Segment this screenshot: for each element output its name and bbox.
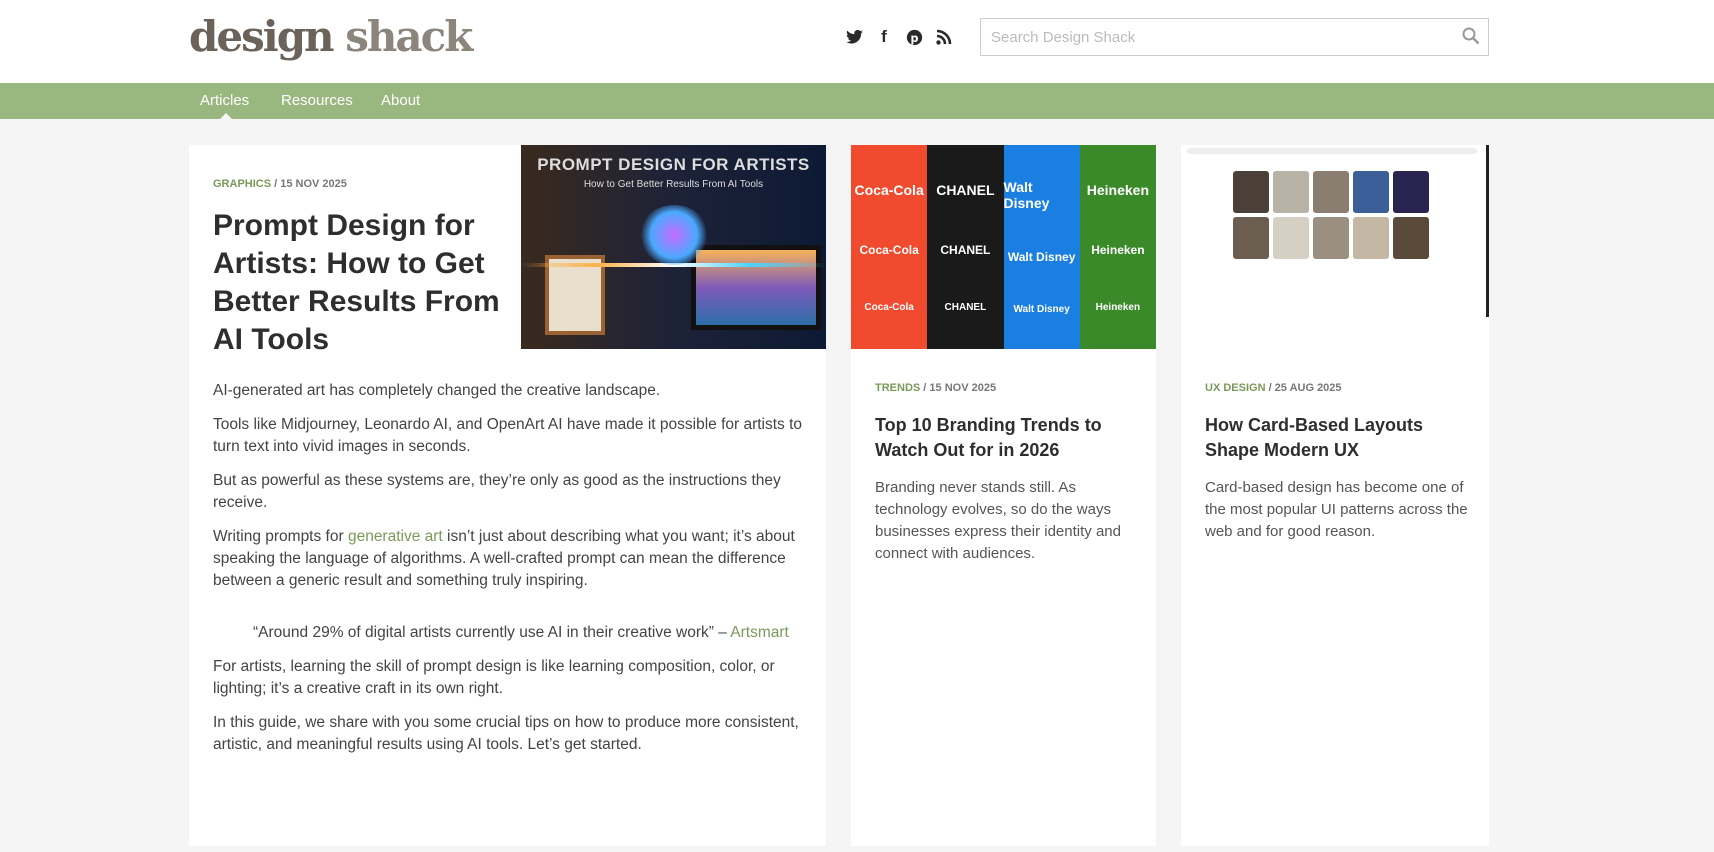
featured-article-image[interactable]: PROMPT DESIGN FOR ARTISTS How to Get Bet… [521,145,826,349]
brand-logo: Coca-Cola [859,242,919,257]
search-icon[interactable] [1462,27,1480,50]
article-meta: Graphics / 15 Nov 2025 [213,178,347,190]
pin-tile [1233,217,1269,259]
nav-resources[interactable]: Resources [281,92,353,109]
branding-article-image[interactable]: Coca-Cola Coca-Cola Coca-Cola CHANEL CHANEL C… [851,145,1156,349]
brand-logo: Heineken [1086,181,1149,198]
logo[interactable]: design shack [189,12,473,61]
quote: “Around 29% of digital artists currently… [253,624,789,641]
rss-icon[interactable] [935,27,953,47]
generative-art-link[interactable]: generative art [348,528,443,545]
brain-illustration [639,205,709,265]
screenshot-searchbar [1187,148,1477,154]
brand-logo: CHANEL [936,181,995,198]
article-card: Coca-Cola Coca-Cola Coca-Cola CHANEL CHANEL C… [851,145,1156,846]
article-card: UX Design / 25 Aug 2025 How Card-Based L… [1181,145,1489,846]
brand-column: Coca-Cola Coca-Cola Coca-Cola [851,145,928,349]
brand-logo: CHANEL [940,242,991,257]
brand-logo: Walt Disney [1007,250,1076,265]
brand-logo: CHANEL [944,301,987,313]
twitter-icon[interactable] [845,27,863,47]
article-body: AI-generated art has completely changed … [213,382,803,753]
easel-illustration [545,255,605,335]
brand-column: Walt Disney Walt Disney Walt Disney [1003,145,1080,349]
pin-tile [1393,217,1429,259]
pin-tile [1273,171,1309,213]
featured-article-card: PROMPT DESIGN FOR ARTISTS How to Get Bet… [189,145,826,846]
article-title[interactable]: How Card-Based Layouts Shape Modern UX [1205,413,1470,463]
pin-tile [1313,171,1349,213]
article-title[interactable]: Prompt Design for Artists: How to Get Be… [213,207,503,359]
brand-column: CHANEL CHANEL CHANEL [927,145,1004,349]
pin-tile [1393,171,1429,213]
category-link[interactable]: UX Design [1205,382,1266,394]
site-header: design shack f p [0,0,1714,83]
article-excerpt: Branding never stands still. As technolo… [875,479,1121,562]
brand-column: Heineken Heineken Heineken [1079,145,1156,349]
pinterest-icon[interactable]: p [905,27,923,47]
category-link[interactable]: Graphics [213,178,271,190]
active-indicator [220,113,232,119]
artsmart-link[interactable]: Artsmart [730,624,789,641]
brand-logo: Walt Disney [1013,304,1070,316]
nav-about[interactable]: About [381,92,420,109]
brand-logo: Walt Disney [1003,178,1050,211]
pin-tile [1353,217,1389,259]
social-links: f p [845,27,953,47]
main-nav: Articles Resources About [0,83,1714,119]
brand-logo: Coca-Cola [864,301,914,313]
card-layout-article-image[interactable] [1181,145,1489,317]
brand-logo: Heineken [1095,301,1141,313]
screenshot-grid [1233,171,1429,259]
article-title[interactable]: Top 10 Branding Trends to Watch Out for … [875,413,1140,463]
pin-tile [1233,171,1269,213]
search-box [980,18,1489,56]
pin-tile [1353,171,1389,213]
category-link[interactable]: Trends [875,382,920,394]
facebook-icon[interactable]: f [875,27,893,47]
monitor-illustration [691,245,821,330]
svg-text:p: p [910,31,918,44]
article-excerpt: Card-based design has become one of the … [1205,479,1468,540]
brand-logo: Coca-Cola [854,181,924,198]
pin-tile [1313,217,1349,259]
brand-logo: Heineken [1091,242,1145,257]
search-input[interactable] [981,19,1441,55]
article-meta: UX Design / 25 Aug 2025 [1205,382,1342,394]
pin-tile [1273,217,1309,259]
article-meta: Trends / 15 Nov 2025 [875,382,997,394]
nav-articles[interactable]: Articles [200,92,249,109]
